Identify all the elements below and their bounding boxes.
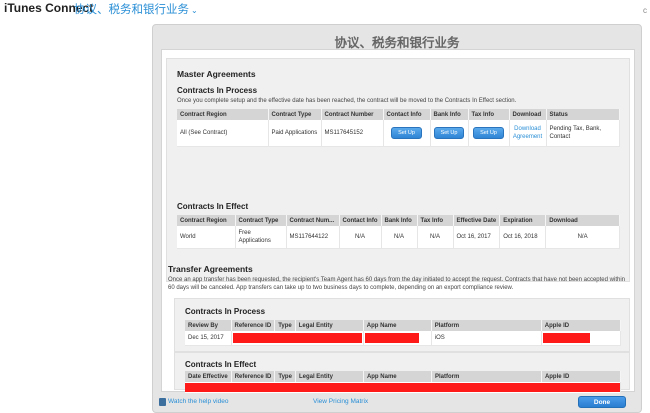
col-header: Legal Entity — [295, 320, 364, 331]
col-header: Tax Info — [417, 215, 454, 226]
col-header: Reference ID — [231, 371, 276, 382]
bank-info: N/A — [381, 226, 418, 249]
transfer-in-effect-panel: Contracts In Effect Date Effective Refer… — [174, 352, 630, 394]
platform: iOS — [431, 331, 542, 346]
download-link-line1: Download — [514, 125, 541, 132]
table-header-row: Date Effective Reference ID Type Legal E… — [185, 371, 622, 382]
col-header: Tax Info — [468, 109, 510, 120]
col-header: Bank Info — [430, 109, 469, 120]
col-header: Contract Number — [321, 109, 384, 120]
topbar-right-text: c — [643, 6, 647, 15]
agreements-dialog: 协议、税务和银行业务 Master Agreements Contracts I… — [152, 24, 642, 413]
download-value: N/A — [545, 226, 620, 249]
col-header: Contact Info — [383, 109, 431, 120]
col-header: Contract Region — [177, 215, 236, 226]
col-header: Contract Type — [235, 215, 287, 226]
section-menu[interactable]: 协议、税务和银行业务 ⌄ — [74, 1, 198, 17]
table-header-row: Review By Reference ID Type Legal Entity… — [185, 320, 622, 331]
contact-setup-button[interactable]: Set Up — [391, 126, 422, 139]
redacted-block — [542, 333, 590, 343]
col-header: Date Effective — [185, 371, 232, 382]
master-in-process-table: Contract Region Contract Type Contract N… — [177, 109, 620, 147]
dialog-footer: Watch the help video View Pricing Matrix… — [153, 394, 641, 413]
tax-info: N/A — [417, 226, 454, 249]
col-header: Contract Region — [177, 109, 269, 120]
transfer-in-effect-table: Date Effective Reference ID Type Legal E… — [185, 371, 622, 394]
table-row: Dec 15, 2017 iOS — [185, 331, 622, 346]
col-header: Bank Info — [381, 215, 418, 226]
col-header: Contact Info — [339, 215, 382, 226]
col-header: Type — [274, 371, 296, 382]
help-video-link[interactable]: Watch the help video — [168, 398, 228, 405]
col-header: Contract Num... — [286, 215, 340, 226]
contract-number: MS117645152 — [321, 120, 384, 147]
redacted-block — [185, 383, 620, 392]
done-button[interactable]: Done — [578, 396, 626, 408]
table-row: World Free Applications MS117644122 N/A … — [177, 226, 620, 249]
redacted-block — [232, 333, 362, 343]
col-header: Contract Type — [268, 109, 322, 120]
section-menu-label: 协议、税务和银行业务 — [74, 4, 189, 16]
contract-status: Pending Tax, Bank, Contact — [546, 120, 620, 147]
col-header: Effective Date — [453, 215, 501, 226]
transfer-in-process-table: Review By Reference ID Type Legal Entity… — [185, 320, 622, 346]
download-agreement-link[interactable]: Download Agreement — [513, 126, 542, 140]
contract-region: World — [177, 226, 236, 249]
col-header: Download — [545, 215, 620, 226]
review-by: Dec 15, 2017 — [185, 331, 232, 346]
contract-number: MS117644122 — [286, 226, 340, 249]
contract-region: All (See Contract) — [177, 120, 269, 147]
pricing-matrix-link[interactable]: View Pricing Matrix — [313, 398, 368, 405]
transfer-in-process-heading: Contracts In Process — [185, 307, 266, 316]
col-header: Reference ID — [231, 320, 276, 331]
col-header: Type — [274, 320, 296, 331]
master-in-effect-table: Contract Region Contract Type Contract N… — [177, 215, 620, 249]
download-link-line2: Agreement — [512, 133, 543, 140]
bank-setup-button[interactable]: Set Up — [433, 126, 465, 139]
col-header: Platform — [431, 371, 542, 382]
col-header: App Name — [363, 371, 432, 382]
transfer-in-effect-heading: Contracts In Effect — [185, 360, 257, 369]
col-header: Apple ID — [541, 371, 622, 382]
contract-type: Free Applications — [235, 226, 287, 249]
col-header: Legal Entity — [295, 371, 364, 382]
video-icon — [159, 398, 166, 406]
table-row: All (See Contract) Paid Applications MS1… — [177, 120, 620, 147]
contract-type: Paid Applications — [268, 120, 322, 147]
redacted-block — [364, 333, 419, 343]
dialog-title: 协议、税务和银行业务 — [334, 36, 460, 50]
col-header: Download — [509, 109, 547, 120]
transfer-agreements-heading: Transfer Agreements — [168, 264, 253, 274]
table-header-row: Contract Region Contract Type Contract N… — [177, 215, 620, 226]
dialog-content: Master Agreements Contracts In Process O… — [161, 49, 635, 394]
col-header: Apple ID — [541, 320, 622, 331]
master-in-process-heading: Contracts In Process — [177, 86, 258, 95]
table-row — [185, 382, 621, 394]
master-agreements-heading: Master Agreements — [177, 69, 256, 79]
transfer-description: Once an app transfer has been requested,… — [168, 277, 625, 291]
tax-setup-button[interactable]: Set Up — [473, 126, 504, 139]
top-bar: iTunes Connect 协议、税务和银行业务 ⌄ c — [0, 0, 650, 18]
expiration-date: Oct 16, 2018 — [499, 226, 547, 249]
effective-date: Oct 16, 2017 — [453, 226, 501, 249]
table-header-row: Contract Region Contract Type Contract N… — [177, 109, 620, 120]
contact-info: N/A — [339, 226, 382, 249]
master-in-process-description: Once you complete setup and the effectiv… — [177, 98, 517, 104]
col-header: Review By — [185, 320, 232, 331]
col-header: Expiration — [499, 215, 547, 226]
chevron-down-icon: ⌄ — [191, 6, 198, 15]
master-in-effect-heading: Contracts In Effect — [177, 202, 249, 211]
col-header: Platform — [431, 320, 542, 331]
master-agreements-panel: Master Agreements Contracts In Process O… — [166, 58, 630, 282]
col-header: Status — [546, 109, 620, 120]
col-header: App Name — [363, 320, 432, 331]
transfer-in-process-panel: Contracts In Process Review By Reference… — [174, 298, 630, 352]
